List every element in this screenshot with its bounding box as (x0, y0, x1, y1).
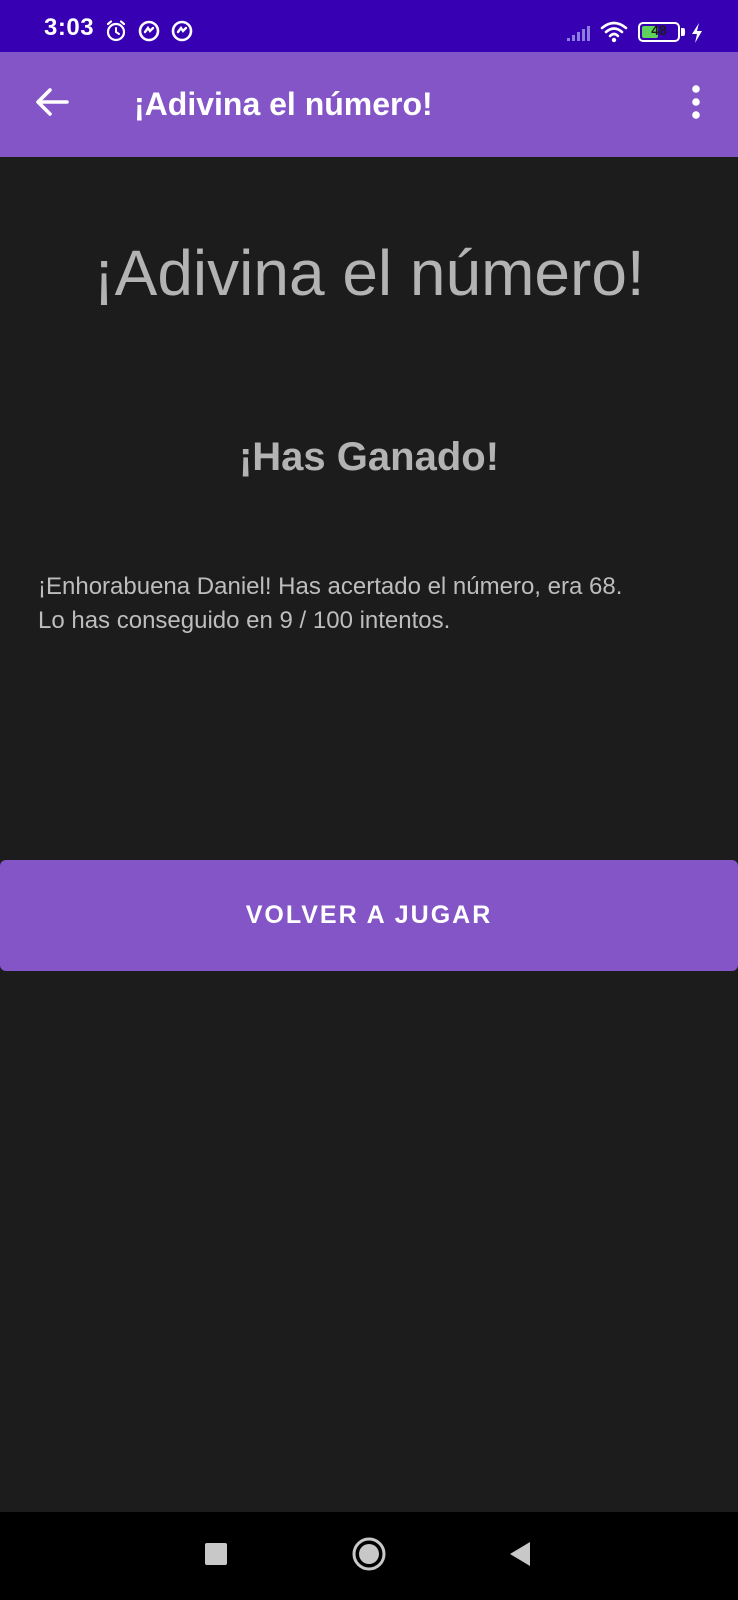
page-headline: ¡Adivina el número! (93, 237, 645, 309)
more-vert-icon (691, 84, 701, 124)
status-bar: 3:03 48 (0, 0, 738, 52)
screen: 3:03 48 ¡Adivina el número! ¡Adivina el … (0, 0, 738, 1600)
arrow-back-icon (35, 87, 69, 122)
home-button[interactable] (345, 1532, 393, 1580)
app-bar: ¡Adivina el número! (0, 52, 738, 157)
app-title: ¡Adivina el número! (134, 86, 433, 122)
battery-icon: 48 (638, 22, 680, 42)
recents-square-icon (204, 1542, 228, 1571)
battery-tip (681, 28, 685, 36)
home-circle-icon (351, 1536, 387, 1577)
status-time: 3:03 (44, 14, 95, 41)
charging-icon (690, 22, 704, 49)
result-message: ¡Enhorabuena Daniel! Has acertado el núm… (38, 570, 718, 638)
sync-icon (170, 19, 194, 48)
signal-icon (566, 24, 590, 47)
result-message-line-2: Lo has conseguido en 9 / 100 intentos. (38, 607, 451, 634)
sync-icon (137, 19, 161, 48)
back-triangle-icon (507, 1540, 533, 1573)
alarm-icon (104, 19, 128, 48)
recents-button[interactable] (192, 1532, 240, 1580)
result-message-line-1: ¡Enhorabuena Daniel! Has acertado el núm… (38, 573, 623, 600)
battery-level-text: 48 (651, 22, 667, 38)
overflow-menu-button[interactable] (672, 76, 720, 132)
play-again-button[interactable]: VOLVER A JUGAR (0, 860, 738, 971)
result-title: ¡Has Ganado! (238, 435, 500, 479)
system-nav-bar (0, 1512, 738, 1600)
nav-back-button[interactable] (496, 1532, 544, 1580)
back-button[interactable] (24, 76, 80, 132)
wifi-icon (600, 20, 628, 49)
